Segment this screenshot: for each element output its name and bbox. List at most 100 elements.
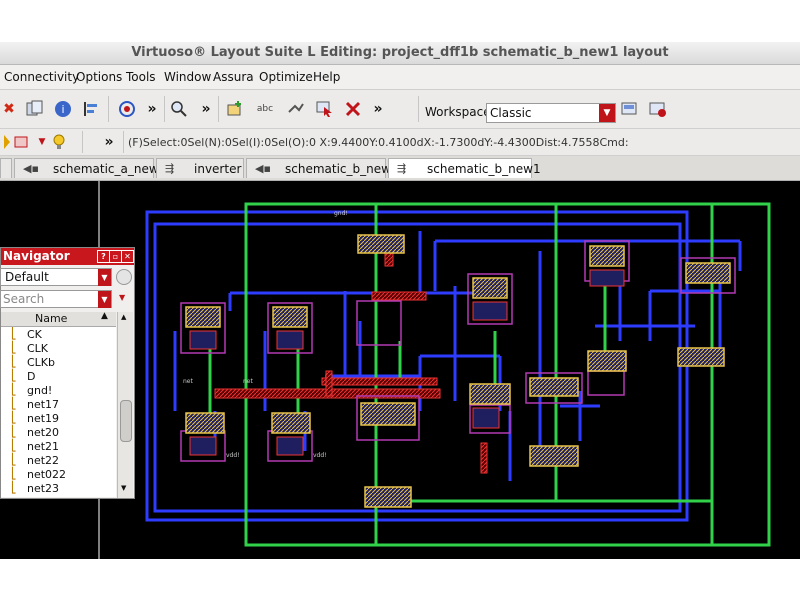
net-icon: ⎣ [11, 397, 17, 410]
secondary-toolbar: ▼ » (F)Select:0Sel(N):0Sel(I):0Sel(O):0 … [0, 129, 800, 156]
chevron-down-icon[interactable]: ▼ [98, 269, 111, 286]
net-icon: ⎣ [11, 369, 17, 382]
net-item[interactable]: ⎣ net022 [1, 467, 116, 481]
schematic-window-icon: ⇶ [397, 162, 407, 175]
net-icon: ⎣ [11, 383, 17, 396]
workspace-delete-icon[interactable] [649, 100, 667, 118]
net-item[interactable]: ⎣ net23 [1, 481, 116, 495]
toolbar-separator [82, 131, 83, 153]
net-icon: ⎣ [11, 411, 17, 424]
workspace-value: Classic [490, 106, 532, 120]
menu-window[interactable]: Window [164, 70, 211, 84]
toolbar-separator [108, 96, 109, 122]
overflow-icon[interactable]: » [143, 100, 161, 118]
navigator-search-input[interactable]: Search [0, 290, 112, 308]
chevron-down-icon[interactable]: ▼ [33, 133, 51, 151]
menu-connectivity[interactable]: Connectivity [4, 70, 79, 84]
net-icon: ⎣ [11, 439, 17, 452]
create-instance-icon[interactable] [226, 100, 244, 118]
net-icon: ⎣ [11, 425, 17, 438]
search-options-icon[interactable]: ▼ [119, 293, 125, 302]
tab-schematic-a-new[interactable]: ◀▪ schematic_a_new [14, 158, 159, 178]
close-icon[interactable]: ✕ [121, 250, 134, 263]
lightbulb-icon[interactable] [50, 133, 68, 151]
net-icon: ⎣ [11, 341, 17, 354]
main-toolbar: ✖ i » » abc » Workspace: [0, 90, 800, 129]
layer-palette-icon[interactable] [14, 133, 32, 151]
net-icon: ⎣ [11, 467, 17, 480]
menu-tools[interactable]: Tools [126, 70, 156, 84]
zoom-icon[interactable] [170, 100, 188, 118]
net-item[interactable]: ⎣ CK [1, 327, 116, 341]
align-icon[interactable] [82, 100, 100, 118]
navigator-net-list: ⎣ CK ⎣ CLK ⎣ CLKb ⎣ D ⎣ gnd! ⎣ net17 ⎣ net19 ⎣ n… [1, 327, 116, 497]
poly-strap [371, 291, 427, 301]
navigator-filter-select[interactable]: Default [0, 268, 112, 286]
overflow-icon[interactable]: » [100, 133, 118, 151]
contact-strap [480, 442, 488, 474]
contact-strap [325, 370, 333, 397]
net-item[interactable]: ⎣ gnd! [1, 383, 116, 397]
stretch-icon[interactable] [344, 100, 362, 118]
svg-text:gnd!: gnd! [334, 210, 348, 217]
workspace-select[interactable]: Classic ▼ [486, 103, 616, 123]
metal1-routing [145, 210, 742, 522]
net-item[interactable]: ⎣ CLKb [1, 355, 116, 369]
toolbar-separator [164, 96, 165, 122]
tab-schematic-b-new[interactable]: ◀▪ schematic_b_new [246, 158, 391, 178]
navigator-column-header[interactable]: Name ▲ [1, 311, 116, 327]
sort-ascending-icon[interactable]: ▲ [101, 311, 108, 321]
menu-help[interactable]: Help [313, 70, 340, 84]
transistor-diffusion [185, 234, 731, 508]
overflow-icon[interactable]: » [197, 100, 215, 118]
net-item[interactable]: ⎣ net22 [1, 453, 116, 467]
net-icon: ⎣ [11, 453, 17, 466]
net-icon: ⎣ [11, 327, 17, 340]
workspace-save-icon[interactable] [621, 100, 639, 118]
svg-text:i: i [61, 103, 64, 116]
net-item[interactable]: ⎣ net19 [1, 411, 116, 425]
net-item[interactable]: ⎣ net20 [1, 425, 116, 439]
scroll-down-icon[interactable]: ▼ [121, 484, 126, 492]
tab-inverter[interactable]: ⇶ inverter [156, 158, 244, 178]
toolbar-separator [218, 96, 219, 122]
layout-window-icon: ◀▪ [255, 162, 271, 175]
net-item[interactable]: ⎣ net21 [1, 439, 116, 453]
svg-text:vdd!: vdd! [226, 452, 240, 459]
copy-icon[interactable] [26, 100, 44, 118]
label-icon[interactable]: abc [256, 100, 274, 118]
scroll-up-icon[interactable]: ▲ [121, 313, 126, 321]
poly-routing [208, 202, 771, 547]
column-header-name: Name [35, 312, 68, 325]
chevron-down-icon[interactable]: ▼ [599, 104, 615, 122]
select-pointer-icon[interactable] [316, 100, 334, 118]
navigator-search-placeholder: Search [3, 292, 45, 306]
svg-text:vdd!: vdd! [313, 452, 327, 459]
net-item[interactable]: ⎣ D [1, 369, 116, 383]
toolbar-separator [418, 96, 419, 122]
info-icon[interactable]: i [54, 100, 72, 118]
menu-assura[interactable]: Assura [213, 70, 254, 84]
navigator-scrollbar[interactable]: ▲ ▼ [117, 312, 133, 498]
menu-options[interactable]: Options [76, 70, 122, 84]
tab-bar: ◀▪ schematic_a_new ⇶ inverter ◀▪ schemat… [0, 156, 800, 181]
navigator-title-bar[interactable]: Navigator ? ▫ ✕ [1, 248, 134, 265]
net-item[interactable]: ⎣ net17 [1, 397, 116, 411]
path-icon[interactable] [287, 100, 305, 118]
net-icon: ⎣ [11, 481, 17, 494]
delete-icon[interactable]: ✖ [0, 100, 18, 118]
tab-hidden[interactable] [0, 158, 12, 178]
poly-strap [321, 377, 438, 386]
overflow-icon[interactable]: » [369, 100, 387, 118]
status-line: (F)Select:0Sel(N):0Sel(I):0Sel(O):0 X:9.… [128, 136, 629, 149]
navigator-title: Navigator [3, 249, 70, 263]
filter-toggle-icon[interactable] [116, 269, 132, 285]
undo-icon[interactable] [118, 100, 136, 118]
menu-optimize[interactable]: Optimize [259, 70, 313, 84]
chevron-down-icon[interactable]: ▼ [98, 291, 111, 308]
net-item[interactable]: ⎣ CLK [1, 341, 116, 355]
navigator-panel: Navigator ? ▫ ✕ Default ▼ Search ▼ ▼ Nam… [0, 247, 135, 499]
svg-text:net: net [243, 378, 253, 385]
tab-schematic-b-new1[interactable]: ⇶ schematic_b_new1 [388, 158, 541, 178]
scrollbar-thumb[interactable] [120, 400, 132, 442]
